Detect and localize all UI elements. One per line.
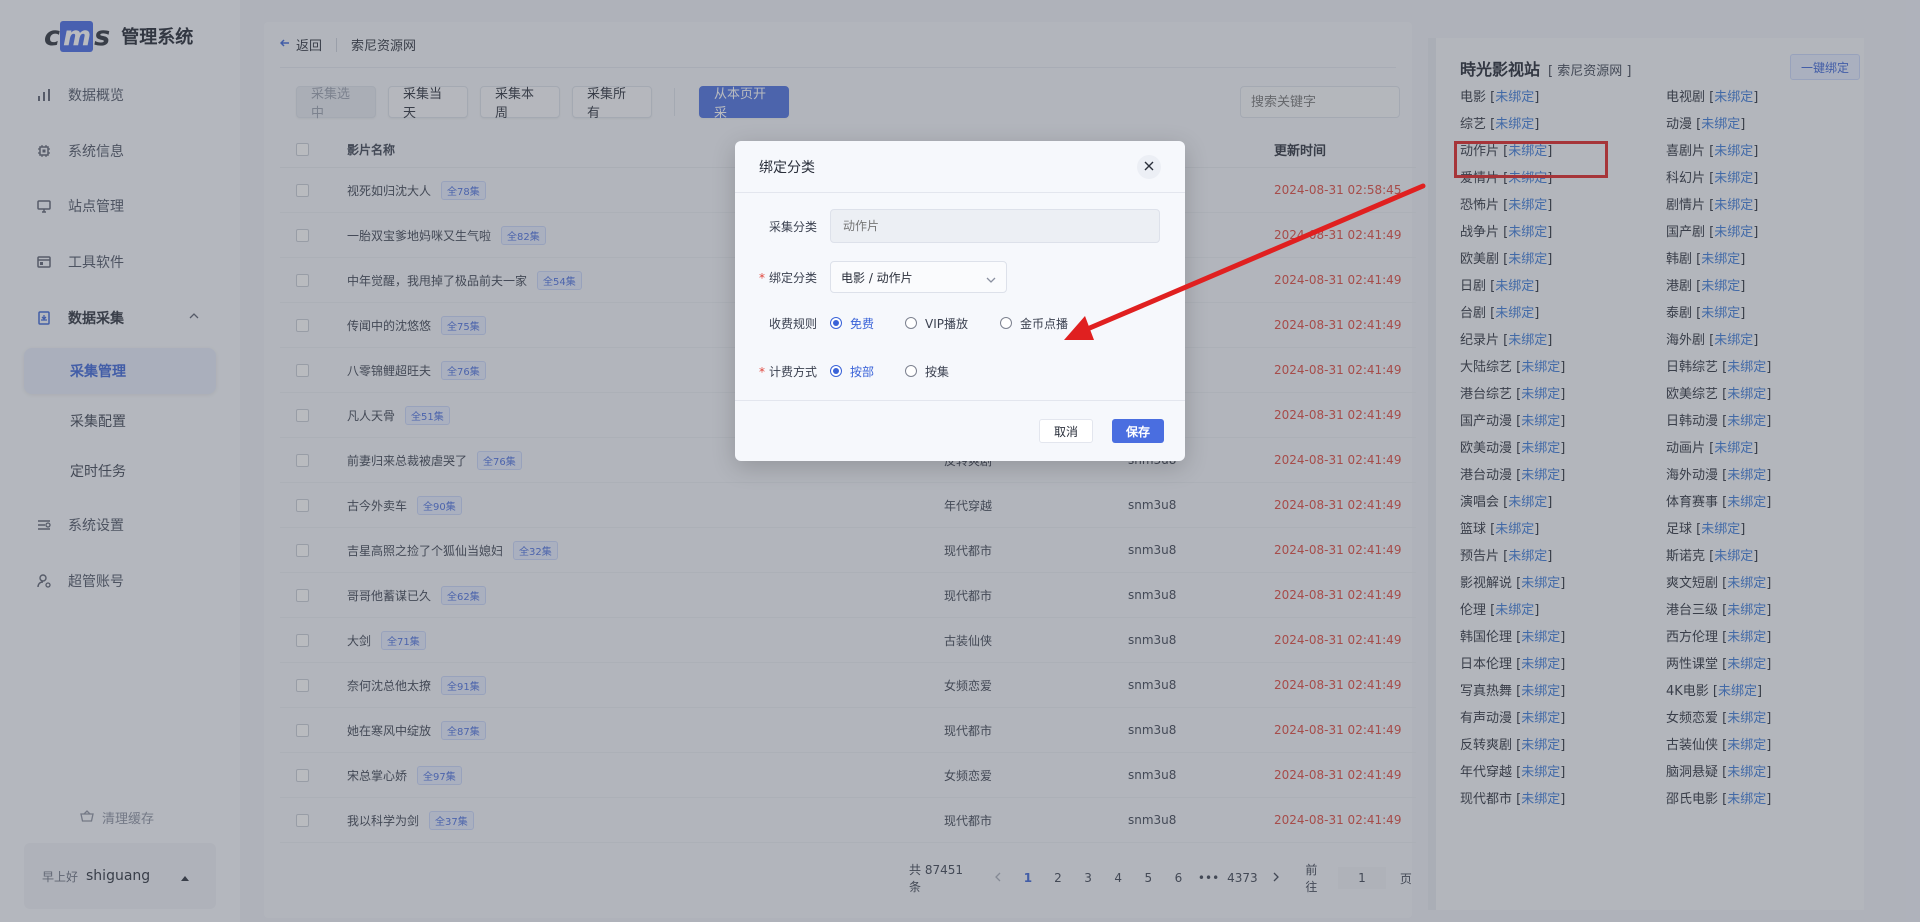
billing-label: * 计费方式 — [758, 364, 817, 379]
fee-rule-label: 收费规则 — [768, 316, 817, 331]
save-button[interactable]: 保存 — [1112, 419, 1165, 443]
bind-category-dialog: 绑定分类 采集分类 *绑定分类 电影 / 动作片 收费规则 免费 VIP播放 金… — [735, 141, 1185, 461]
bind-category-label: * 绑定分类 — [758, 270, 817, 285]
fee-free-radio[interactable]: 免费 — [830, 315, 874, 332]
chevron-down-icon — [986, 273, 996, 287]
fee-vip-radio[interactable]: VIP播放 — [905, 315, 968, 332]
billing-whole-radio[interactable]: 按部 — [830, 363, 874, 380]
billing-row: * 计费方式 按部 按集 — [735, 354, 1185, 388]
fee-coin-radio[interactable]: 金币点播 — [1000, 315, 1068, 332]
bind-category-value: 电影 / 动作片 — [841, 270, 913, 285]
close-icon — [1144, 159, 1154, 175]
close-button[interactable] — [1137, 155, 1161, 179]
modal-overlay — [0, 0, 1920, 922]
dialog-header: 绑定分类 — [735, 141, 1185, 193]
billing-episode-radio[interactable]: 按集 — [905, 363, 949, 380]
collect-category-row: 采集分类 — [735, 209, 1185, 243]
dialog-footer: 取消 保存 — [735, 400, 1185, 461]
bind-category-row: * 绑定分类 电影 / 动作片 — [735, 260, 1185, 294]
dialog-title: 绑定分类 — [759, 159, 815, 176]
cancel-button[interactable]: 取消 — [1039, 419, 1094, 443]
fee-rule-row: 收费规则 免费 VIP播放 金币点播 — [735, 306, 1185, 340]
collect-category-label: 采集分类 — [768, 219, 817, 234]
bind-category-select[interactable]: 电影 / 动作片 — [830, 261, 1007, 293]
collect-category-input[interactable] — [830, 209, 1160, 243]
